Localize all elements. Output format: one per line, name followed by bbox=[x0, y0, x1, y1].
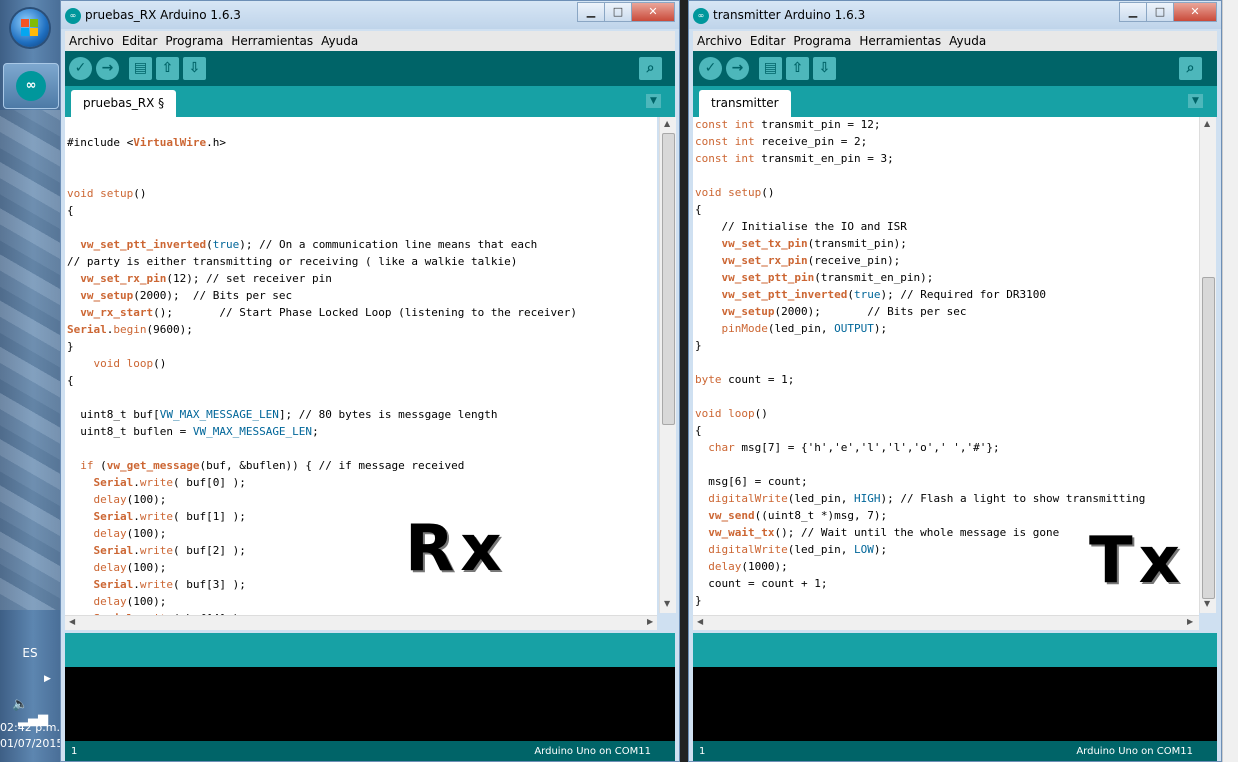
serial-monitor-icon[interactable]: ⌕ bbox=[639, 57, 662, 80]
tx-window-controls: ▁ □ ✕ bbox=[1119, 2, 1217, 22]
volume-icon[interactable]: 🔈 bbox=[12, 697, 28, 712]
scroll-down-icon[interactable]: ▼ bbox=[664, 599, 670, 608]
line-number: 1 bbox=[71, 746, 78, 757]
scroll-left-icon[interactable]: ◀ bbox=[697, 617, 703, 626]
tab-pruebas-rx[interactable]: pruebas_RX § bbox=[71, 90, 177, 117]
clock-date: 01/07/2015 bbox=[0, 737, 64, 750]
tx-code-editor[interactable]: const int transmit_pin = 12; const int re… bbox=[693, 117, 1199, 617]
tx-window-title: transmitter Arduino 1.6.3 bbox=[713, 8, 866, 22]
maximize-button[interactable]: □ bbox=[1146, 2, 1174, 22]
upload-icon[interactable]: → bbox=[96, 57, 119, 80]
menu-archivo[interactable]: Archivo bbox=[693, 31, 746, 48]
menu-programa[interactable]: Programa bbox=[789, 31, 855, 48]
menu-archivo[interactable]: Archivo bbox=[65, 31, 118, 48]
background-window-edge bbox=[1222, 0, 1238, 762]
scroll-right-icon[interactable]: ▶ bbox=[1187, 617, 1193, 626]
start-button[interactable] bbox=[11, 9, 49, 47]
tray-expand-icon[interactable]: ▶ bbox=[44, 674, 51, 684]
rx-code-editor[interactable]: #include <VirtualWire.h> void setup(){ v… bbox=[65, 117, 657, 617]
rx-overlay-label: Rx bbox=[405, 512, 508, 586]
menu-editar[interactable]: Editar bbox=[118, 31, 162, 48]
tx-toolbar: ✓ → ▤ ⇧ ⇩ ⌕ bbox=[693, 51, 1217, 86]
scroll-right-icon[interactable]: ▶ bbox=[647, 617, 653, 626]
tx-menu-bar: Archivo Editar Programa Herramientas Ayuda bbox=[693, 31, 1217, 51]
rx-tab-bar: pruebas_RX § ▼ bbox=[65, 86, 675, 117]
open-icon[interactable]: ⇧ bbox=[786, 57, 809, 80]
verify-icon[interactable]: ✓ bbox=[69, 57, 92, 80]
minimize-button[interactable]: ▁ bbox=[1119, 2, 1147, 22]
tx-scroll-thumb[interactable] bbox=[1202, 277, 1215, 599]
rx-message-bar bbox=[65, 633, 675, 667]
tx-title-bar[interactable]: ∞ transmitter Arduino 1.6.3 ▁ □ ✕ bbox=[689, 1, 1221, 29]
arduino-app-icon: ∞ bbox=[693, 8, 709, 24]
new-icon[interactable]: ▤ bbox=[759, 57, 782, 80]
tab-transmitter[interactable]: transmitter bbox=[699, 90, 791, 117]
arduino-logo-icon: ∞ bbox=[16, 71, 46, 101]
rx-arduino-window: ∞ pruebas_RX Arduino 1.6.3 ▁ □ ✕ Archivo… bbox=[60, 0, 680, 762]
scroll-up-icon[interactable]: ▲ bbox=[664, 119, 670, 128]
scroll-up-icon[interactable]: ▲ bbox=[1204, 119, 1210, 128]
tx-code: const int transmit_pin = 12; const int re… bbox=[695, 118, 1146, 607]
arduino-app-icon: ∞ bbox=[65, 8, 81, 24]
minimize-button[interactable]: ▁ bbox=[577, 2, 605, 22]
menu-ayuda[interactable]: Ayuda bbox=[945, 31, 990, 48]
tx-horizontal-scrollbar[interactable]: ◀ ▶ bbox=[693, 615, 1199, 630]
upload-icon[interactable]: → bbox=[726, 57, 749, 80]
scroll-left-icon[interactable]: ◀ bbox=[69, 617, 75, 626]
windows-logo-icon bbox=[21, 19, 39, 37]
tx-vertical-scrollbar[interactable]: ▲ ▼ bbox=[1199, 117, 1216, 613]
menu-herramientas[interactable]: Herramientas bbox=[855, 31, 945, 48]
clock-time: 02:42 p.m. bbox=[0, 721, 60, 734]
tx-tab-bar: transmitter ▼ bbox=[693, 86, 1217, 117]
rx-vertical-scrollbar[interactable]: ▲ ▼ bbox=[659, 117, 676, 613]
language-indicator[interactable]: ES bbox=[0, 646, 60, 660]
rx-scroll-thumb[interactable] bbox=[662, 133, 675, 425]
verify-icon[interactable]: ✓ bbox=[699, 57, 722, 80]
tab-menu-chevron-down-icon[interactable]: ▼ bbox=[1188, 94, 1203, 108]
clock[interactable]: 02:42 p.m. 01/07/2015 bbox=[0, 720, 64, 752]
menu-programa[interactable]: Programa bbox=[161, 31, 227, 48]
serial-monitor-icon[interactable]: ⌕ bbox=[1179, 57, 1202, 80]
rx-title-bar[interactable]: ∞ pruebas_RX Arduino 1.6.3 ▁ □ ✕ bbox=[61, 1, 679, 29]
menu-editar[interactable]: Editar bbox=[746, 31, 790, 48]
close-button[interactable]: ✕ bbox=[631, 2, 675, 22]
tab-menu-chevron-down-icon[interactable]: ▼ bbox=[646, 94, 661, 108]
rx-window-title: pruebas_RX Arduino 1.6.3 bbox=[85, 8, 241, 22]
maximize-button[interactable]: □ bbox=[604, 2, 632, 22]
save-icon[interactable]: ⇩ bbox=[183, 57, 206, 80]
rx-console bbox=[65, 667, 675, 741]
board-port: Arduino Uno on COM11 bbox=[1076, 746, 1193, 757]
tx-overlay-label: Tx bbox=[1089, 524, 1186, 598]
open-icon[interactable]: ⇧ bbox=[156, 57, 179, 80]
new-icon[interactable]: ▤ bbox=[129, 57, 152, 80]
tx-arduino-window: ∞ transmitter Arduino 1.6.3 ▁ □ ✕ Archiv… bbox=[688, 0, 1222, 762]
menu-herramientas[interactable]: Herramientas bbox=[227, 31, 317, 48]
rx-menu-bar: Archivo Editar Programa Herramientas Ayuda bbox=[65, 31, 675, 51]
rx-status-bar: 1 Arduino Uno on COM11 bbox=[65, 741, 675, 761]
scroll-down-icon[interactable]: ▼ bbox=[1204, 599, 1210, 608]
line-number: 1 bbox=[699, 746, 706, 757]
menu-ayuda[interactable]: Ayuda bbox=[317, 31, 362, 48]
board-port: Arduino Uno on COM11 bbox=[534, 746, 651, 757]
rx-window-controls: ▁ □ ✕ bbox=[577, 2, 675, 22]
close-button[interactable]: ✕ bbox=[1173, 2, 1217, 22]
tx-console bbox=[693, 667, 1217, 741]
rx-toolbar: ✓ → ▤ ⇧ ⇩ ⌕ bbox=[65, 51, 675, 86]
tx-message-bar bbox=[693, 633, 1217, 667]
taskbar-arduino-button[interactable]: ∞ bbox=[3, 63, 59, 109]
rx-horizontal-scrollbar[interactable]: ◀ ▶ bbox=[65, 615, 657, 630]
tx-status-bar: 1 Arduino Uno on COM11 bbox=[693, 741, 1217, 761]
desktop-background bbox=[0, 110, 62, 610]
save-icon[interactable]: ⇩ bbox=[813, 57, 836, 80]
